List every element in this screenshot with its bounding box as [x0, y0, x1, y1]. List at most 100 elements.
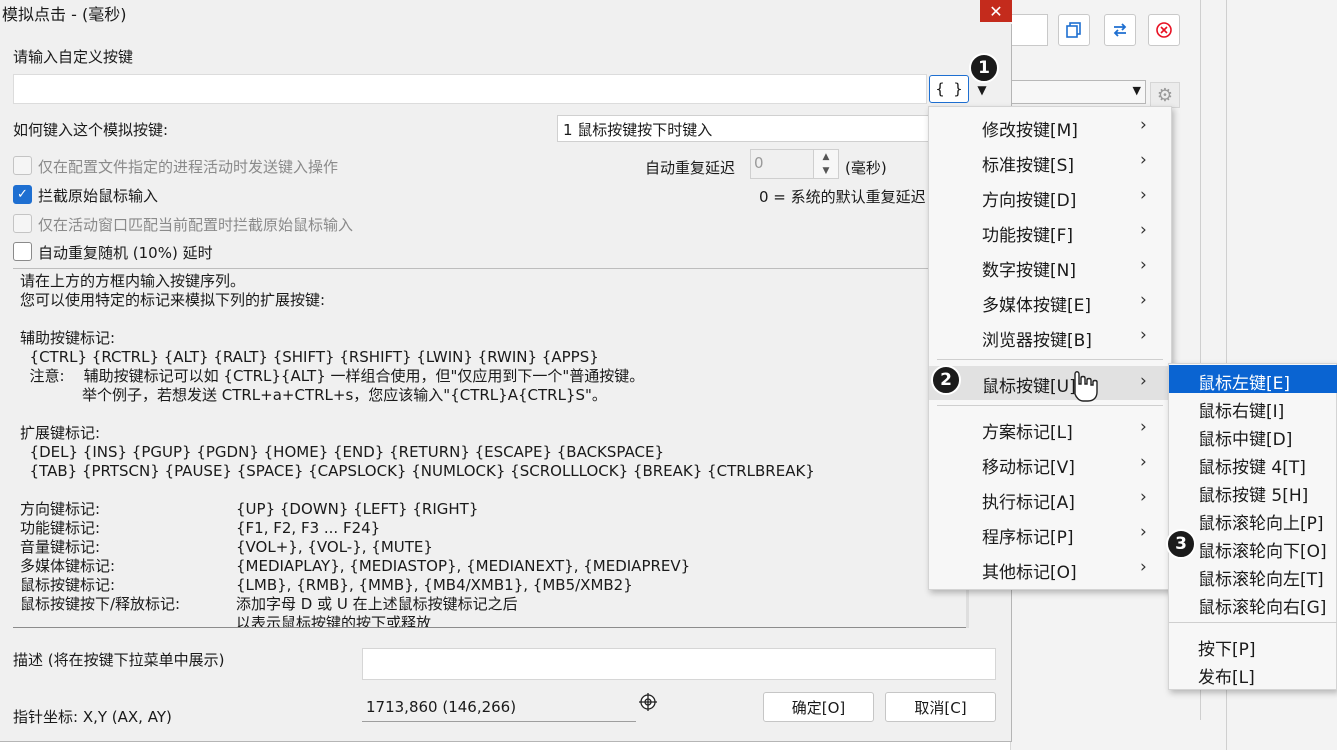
crosshair-icon[interactable] — [638, 692, 658, 712]
help-value: {LMB}, {RMB}, {MMB}, {MB4/XMB1}, {MB5/XM… — [236, 576, 633, 594]
help-line: 扩展键标记: — [20, 424, 101, 442]
custom-key-input[interactable] — [13, 74, 927, 104]
help-line: {CTRL} {RCTRL} {ALT} {RALT} {SHIFT} {RSH… — [20, 348, 599, 366]
menu-separator — [937, 359, 1163, 360]
help-key: 功能键标记: — [20, 519, 101, 537]
submenu-item-left-button[interactable]: 鼠标左键[E] — [1169, 365, 1337, 394]
how-to-type-select[interactable]: 1 鼠标按键按下时键入 — [557, 115, 929, 142]
menu-item-modifier-keys[interactable]: 修改按键[M] › — [929, 110, 1171, 144]
chevron-right-icon: › — [1140, 325, 1147, 345]
chevron-right-icon: › — [1140, 185, 1147, 205]
menu-item-number-keys[interactable]: 数字按键[N] › — [929, 250, 1171, 284]
submenu-item-release[interactable]: 发布[L] — [1169, 659, 1337, 688]
step-marker-2: 2 — [931, 365, 961, 395]
step-marker-1: 1 — [969, 53, 999, 83]
help-line: {DEL} {INS} {PGUP} {PGDN} {HOME} {END} {… — [20, 443, 664, 461]
token-menu: 修改按键[M] › 标准按键[S] › 方向按键[D] › 功能按键[F] › 数字按键… — [928, 106, 1172, 590]
chevron-right-icon: › — [1140, 522, 1147, 542]
step-marker-3: 3 — [1166, 529, 1196, 559]
chevron-right-icon: › — [1140, 487, 1147, 507]
background-select[interactable]: ▼ — [1010, 80, 1146, 104]
submenu-item-button-4[interactable]: 鼠标按键 4[T] — [1169, 449, 1337, 478]
help-key: 方向键标记: — [20, 500, 101, 518]
menu-item-function-keys[interactable]: 功能按键[F] › — [929, 215, 1171, 249]
submenu-item-wheel-up[interactable]: 鼠标滚轮向上[P] — [1169, 505, 1337, 534]
menu-item-program-tags[interactable]: 程序标记[P] › — [929, 517, 1171, 551]
swap-button[interactable] — [1104, 14, 1136, 46]
help-value: 以表示鼠标按键的按下或释放 — [236, 614, 432, 628]
copy-icon — [1066, 22, 1081, 38]
submenu-item-button-5[interactable]: 鼠标按键 5[H] — [1169, 477, 1337, 506]
chevron-right-icon: › — [1140, 255, 1147, 275]
title-bar — [0, 0, 1012, 24]
background-text-field[interactable] — [1010, 14, 1048, 46]
submenu-item-press[interactable]: 按下[P] — [1169, 631, 1337, 660]
help-text-box: 请在上方的方框内输入按键序列。 您可以使用特定的标记来模拟下列的扩展按键: 辅助… — [13, 268, 968, 628]
gear-button[interactable]: ⚙ — [1150, 82, 1180, 108]
repeat-delay-unit: (毫秒) — [845, 159, 887, 177]
spin-down-icon[interactable]: ▼ — [814, 164, 838, 178]
pointer-coords-label: 指针坐标: X,Y (AX, AY) — [13, 708, 172, 726]
menu-item-execute-tags[interactable]: 执行标记[A] › — [929, 482, 1171, 516]
process-only-checkbox[interactable] — [13, 156, 32, 175]
close-icon: ✕ — [989, 1, 1003, 21]
menu-item-browser-keys[interactable]: 浏览器按键[B] › — [929, 320, 1171, 354]
help-value: {F1, F2, F3 ... F24} — [236, 519, 381, 537]
chevron-right-icon: › — [1140, 452, 1147, 472]
copy-button[interactable] — [1058, 14, 1090, 46]
menu-item-mouse-keys[interactable]: 鼠标按键[U] › — [929, 366, 1171, 400]
ok-button[interactable]: 确定[O] — [763, 692, 874, 722]
help-key: 鼠标按键标记: — [20, 576, 116, 594]
window-match-label: 仅在活动窗口匹配当前配置时拦截原始鼠标输入 — [38, 216, 354, 234]
pointer-coords-value: 1713,860 (146,266) — [362, 694, 636, 722]
random-delay-label: 自动重复随机 (10%) 延时 — [38, 244, 213, 262]
mouse-keys-submenu: 鼠标左键[E] 鼠标右键[I] 鼠标中键[D] 鼠标按键 4[T] 鼠标按键 5… — [1168, 363, 1337, 690]
window-match-checkbox[interactable] — [13, 214, 32, 233]
close-button[interactable]: ✕ — [980, 0, 1012, 22]
delete-button[interactable] — [1148, 14, 1180, 46]
repeat-delay-spinner[interactable]: ▲ ▼ — [814, 149, 839, 179]
chevron-right-icon: › — [1140, 290, 1147, 310]
mouse-cursor-icon — [1074, 371, 1098, 402]
process-only-label: 仅在配置文件指定的进程活动时发送键入操作 — [38, 158, 339, 176]
menu-separator — [937, 405, 1163, 406]
menu-item-media-keys[interactable]: 多媒体按键[E] › — [929, 285, 1171, 319]
cancel-button[interactable]: 取消[C] — [885, 692, 996, 722]
chevron-down-icon[interactable]: ▼ — [972, 80, 992, 100]
help-value: {MEDIAPLAY}, {MEDIASTOP}, {MEDIANEXT}, {… — [236, 557, 691, 575]
repeat-delay-input[interactable]: 0 — [750, 149, 814, 179]
menu-item-direction-keys[interactable]: 方向按键[D] › — [929, 180, 1171, 214]
submenu-item-middle-button[interactable]: 鼠标中键[D] — [1169, 421, 1337, 450]
help-line: 举个例子，若想发送 CTRL+a+CTRL+s，您应该输入"{CTRL}A{CT… — [20, 386, 607, 404]
help-value: {UP} {DOWN} {LEFT} {RIGHT} — [236, 500, 479, 518]
chevron-right-icon: › — [1140, 115, 1147, 135]
menu-item-other-tags[interactable]: 其他标记[O] › — [929, 552, 1171, 586]
chevron-right-icon: › — [1140, 557, 1147, 577]
help-value: 添加字母 D 或 U 在上述鼠标按键标记之后 — [236, 595, 518, 613]
gear-icon: ⚙ — [1156, 84, 1174, 106]
spin-up-icon[interactable]: ▲ — [814, 150, 838, 164]
token-menu-button[interactable]: { } — [929, 75, 969, 103]
help-line: 辅助按键标记: — [20, 329, 116, 347]
menu-item-profile-tags[interactable]: 方案标记[L] › — [929, 412, 1171, 446]
chevron-right-icon: › — [1140, 220, 1147, 240]
help-key: 音量键标记: — [20, 538, 101, 556]
submenu-item-wheel-right[interactable]: 鼠标滚轮向右[G] — [1169, 589, 1337, 618]
submenu-item-right-button[interactable]: 鼠标右键[I] — [1169, 393, 1337, 422]
submenu-item-wheel-left[interactable]: 鼠标滚轮向左[T] — [1169, 561, 1337, 590]
description-label: 描述 (将在按键下拉菜单中展示) — [13, 651, 225, 669]
submenu-separator — [1169, 622, 1337, 623]
how-to-type-label: 如何键入这个模拟按键: — [13, 121, 169, 139]
repeat-delay-note: 0 = 系统的默认重复延迟 — [759, 188, 926, 206]
help-line: 请在上方的方框内输入按键序列。 — [20, 272, 246, 290]
help-value: {VOL+}, {VOL-}, {MUTE} — [236, 538, 433, 556]
description-input[interactable] — [362, 648, 996, 680]
intercept-label: 拦截原始鼠标输入 — [38, 187, 159, 205]
random-delay-checkbox[interactable] — [13, 242, 32, 261]
menu-item-move-tags[interactable]: 移动标记[V] › — [929, 447, 1171, 481]
swap-icon — [1113, 23, 1127, 37]
check-icon: ✓ — [17, 187, 28, 202]
help-line: 注意: 辅助按键标记可以如 {CTRL}{ALT} 一样组合使用，但"仅应用到下… — [20, 367, 645, 385]
menu-item-standard-keys[interactable]: 标准按键[S] › — [929, 145, 1171, 179]
intercept-checkbox[interactable]: ✓ — [13, 185, 32, 204]
